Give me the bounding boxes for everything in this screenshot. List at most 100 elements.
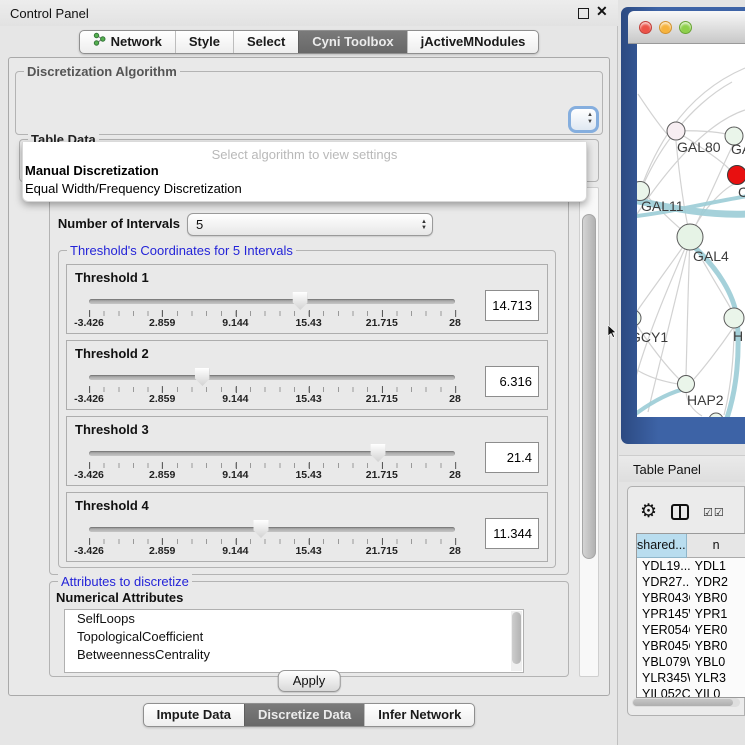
tab-infer-network[interactable]: Infer Network [364,704,474,726]
table-row[interactable]: YLR345WYLR3 [637,670,745,686]
list-scrollbar[interactable] [511,611,522,671]
cell[interactable]: YDR2 [690,574,745,590]
list-scrollbar-thumb[interactable] [512,612,521,664]
list-item[interactable]: SelfLoops [65,610,523,628]
table-row[interactable]: YDL19...YDL1 [637,558,745,574]
table-row[interactable]: YBR045CYBR0 [637,638,745,654]
close-traffic-light-icon[interactable] [639,21,652,34]
cell[interactable]: YBL079W [637,654,690,670]
tab-discretize-data-label: Discretize Data [258,704,351,726]
zoom-traffic-light-icon[interactable] [679,21,692,34]
threshold-2-value-field[interactable]: 6.316 [485,366,539,397]
cell[interactable]: YBR0 [690,590,745,606]
node-bottom-partial[interactable] [709,413,723,417]
slider-thumb[interactable] [371,444,386,462]
slider-track[interactable] [89,299,455,304]
node-hap2[interactable] [678,376,695,393]
threshold-1-value-field[interactable]: 14.713 [485,290,539,321]
tick-label: 2.859 [149,469,175,481]
combo-stepper-icon[interactable]: ▲▼ [587,112,593,126]
node-gcy1[interactable] [637,310,641,326]
slider-track[interactable] [89,451,455,456]
list-item[interactable]: TopologicalCoefficient [65,628,523,646]
tick-label: 28 [449,469,461,481]
node-label: GA [731,141,745,157]
slider-track[interactable] [89,527,455,532]
threshold-1-slider[interactable]: -3.426 2.859 9.144 15.43 21.715 28 [89,292,455,330]
minimize-traffic-light-icon[interactable] [659,21,672,34]
cell[interactable]: YIL0 [690,686,745,698]
cell[interactable]: YLR345W [637,670,690,686]
cell[interactable]: YDL1 [690,558,745,574]
network-canvas[interactable]: GAL80 GA C GAL11 GAL4 GCY1 H HAP2 [637,44,745,417]
combo-stepper-icon[interactable]: ▲▼ [421,219,427,231]
content-scrollbar[interactable] [579,187,599,677]
interval-definition-group: Interval Definition Number of Intervals … [49,197,569,575]
cell[interactable]: YER0 [690,622,745,638]
cell[interactable]: YBR045C [637,638,690,654]
threshold-2-slider[interactable]: -3.426 2.859 9.144 15.43 21.715 28 [89,368,455,406]
dropdown-option-equal-width-frequency[interactable]: Equal Width/Frequency Discretization [23,180,586,198]
node-h[interactable] [724,308,744,328]
table-panel-toolbar: ⚙ ☑☑ [628,497,745,527]
slider-thumb[interactable] [254,520,269,538]
tab-discretize-data[interactable]: Discretize Data [244,704,364,726]
slider-track[interactable] [89,375,455,380]
list-item[interactable]: BetweennessCentrality [65,646,523,664]
threshold-4-slider[interactable]: -3.426 2.859 9.144 15.43 21.715 28 [89,520,455,558]
cell[interactable]: YLR3 [690,670,745,686]
node-attribute-table[interactable]: shared... n YDL19...YDL1 YDR27...YDR2 YB… [636,533,745,698]
column-header-shared-name[interactable]: shared... [637,534,687,558]
slider-ticks [89,463,455,468]
tab-impute-data[interactable]: Impute Data [144,704,244,726]
float-window-icon[interactable] [578,8,589,19]
threshold-3-value-field[interactable]: 21.4 [485,442,539,473]
table-row[interactable]: YPR145WYPR1 [637,606,745,622]
cell[interactable]: YPR1 [690,606,745,622]
apply-button[interactable]: Apply [278,670,341,692]
column-view-icon[interactable] [671,504,689,520]
cell[interactable]: YIL052C [637,686,690,698]
cell[interactable]: YBR0 [690,638,745,654]
table-row[interactable]: YBL079WYBL0 [637,654,745,670]
tab-jactivemnodules[interactable]: jActiveMNodules [407,31,539,53]
network-window-titlebar[interactable] [628,11,745,44]
cell[interactable]: YBL0 [690,654,745,670]
network-view-window[interactable]: GAL80 GA C GAL11 GAL4 GCY1 H HAP2 [621,7,745,444]
node-label: GAL11 [641,198,684,214]
dropdown-option-manual-discretization[interactable]: Manual Discretization [23,162,586,180]
cell[interactable]: YPR145W [637,606,690,622]
numerical-attributes-list[interactable]: SelfLoops TopologicalCoefficient Between… [64,609,524,673]
tab-cyni-toolbox[interactable]: Cyni Toolbox [298,31,406,53]
tab-network[interactable]: Network [80,31,175,53]
network-nodes[interactable] [637,122,745,417]
checkbox-icons[interactable]: ☑☑ [703,506,725,519]
table-row[interactable]: YER054CYER0 [637,622,745,638]
cell[interactable]: YDL19... [637,558,690,574]
node-gal4[interactable] [677,224,703,250]
tab-style[interactable]: Style [175,31,233,53]
close-icon[interactable]: ✕ [596,3,608,20]
table-row[interactable]: YBR043CYBR0 [637,590,745,606]
node-gal80[interactable] [667,122,685,140]
cell[interactable]: YDR27... [637,574,690,590]
column-header-name[interactable]: n [687,534,745,558]
cell[interactable]: YBR043C [637,590,690,606]
number-of-intervals-combobox[interactable]: 5 ▲▼ [187,213,433,236]
slider-thumb[interactable] [195,368,210,386]
table-row[interactable]: YIL052CYIL0 [637,686,745,698]
threshold-3-slider[interactable]: -3.426 2.859 9.144 15.43 21.715 28 [89,444,455,482]
threshold-4-panel: Threshold 4 -3.426 2.859 9.144 15.43 21.… [66,492,548,562]
gear-icon[interactable]: ⚙ [640,502,657,522]
cell[interactable]: YER054C [637,622,690,638]
algorithm-combobox[interactable]: ▲▼ [568,106,599,133]
table-horizontal-scrollbar[interactable] [632,698,740,707]
node-red-selected[interactable] [728,166,745,185]
threshold-4-value-field[interactable]: 11.344 [485,518,539,549]
table-row[interactable]: YDR27...YDR2 [637,574,745,590]
tick-label: 9.144 [222,317,248,329]
slider-thumb[interactable] [293,292,308,310]
content-scrollbar-thumb[interactable] [582,214,596,559]
table-horizontal-scrollbar-thumb[interactable] [633,699,733,706]
tab-select[interactable]: Select [233,31,298,53]
